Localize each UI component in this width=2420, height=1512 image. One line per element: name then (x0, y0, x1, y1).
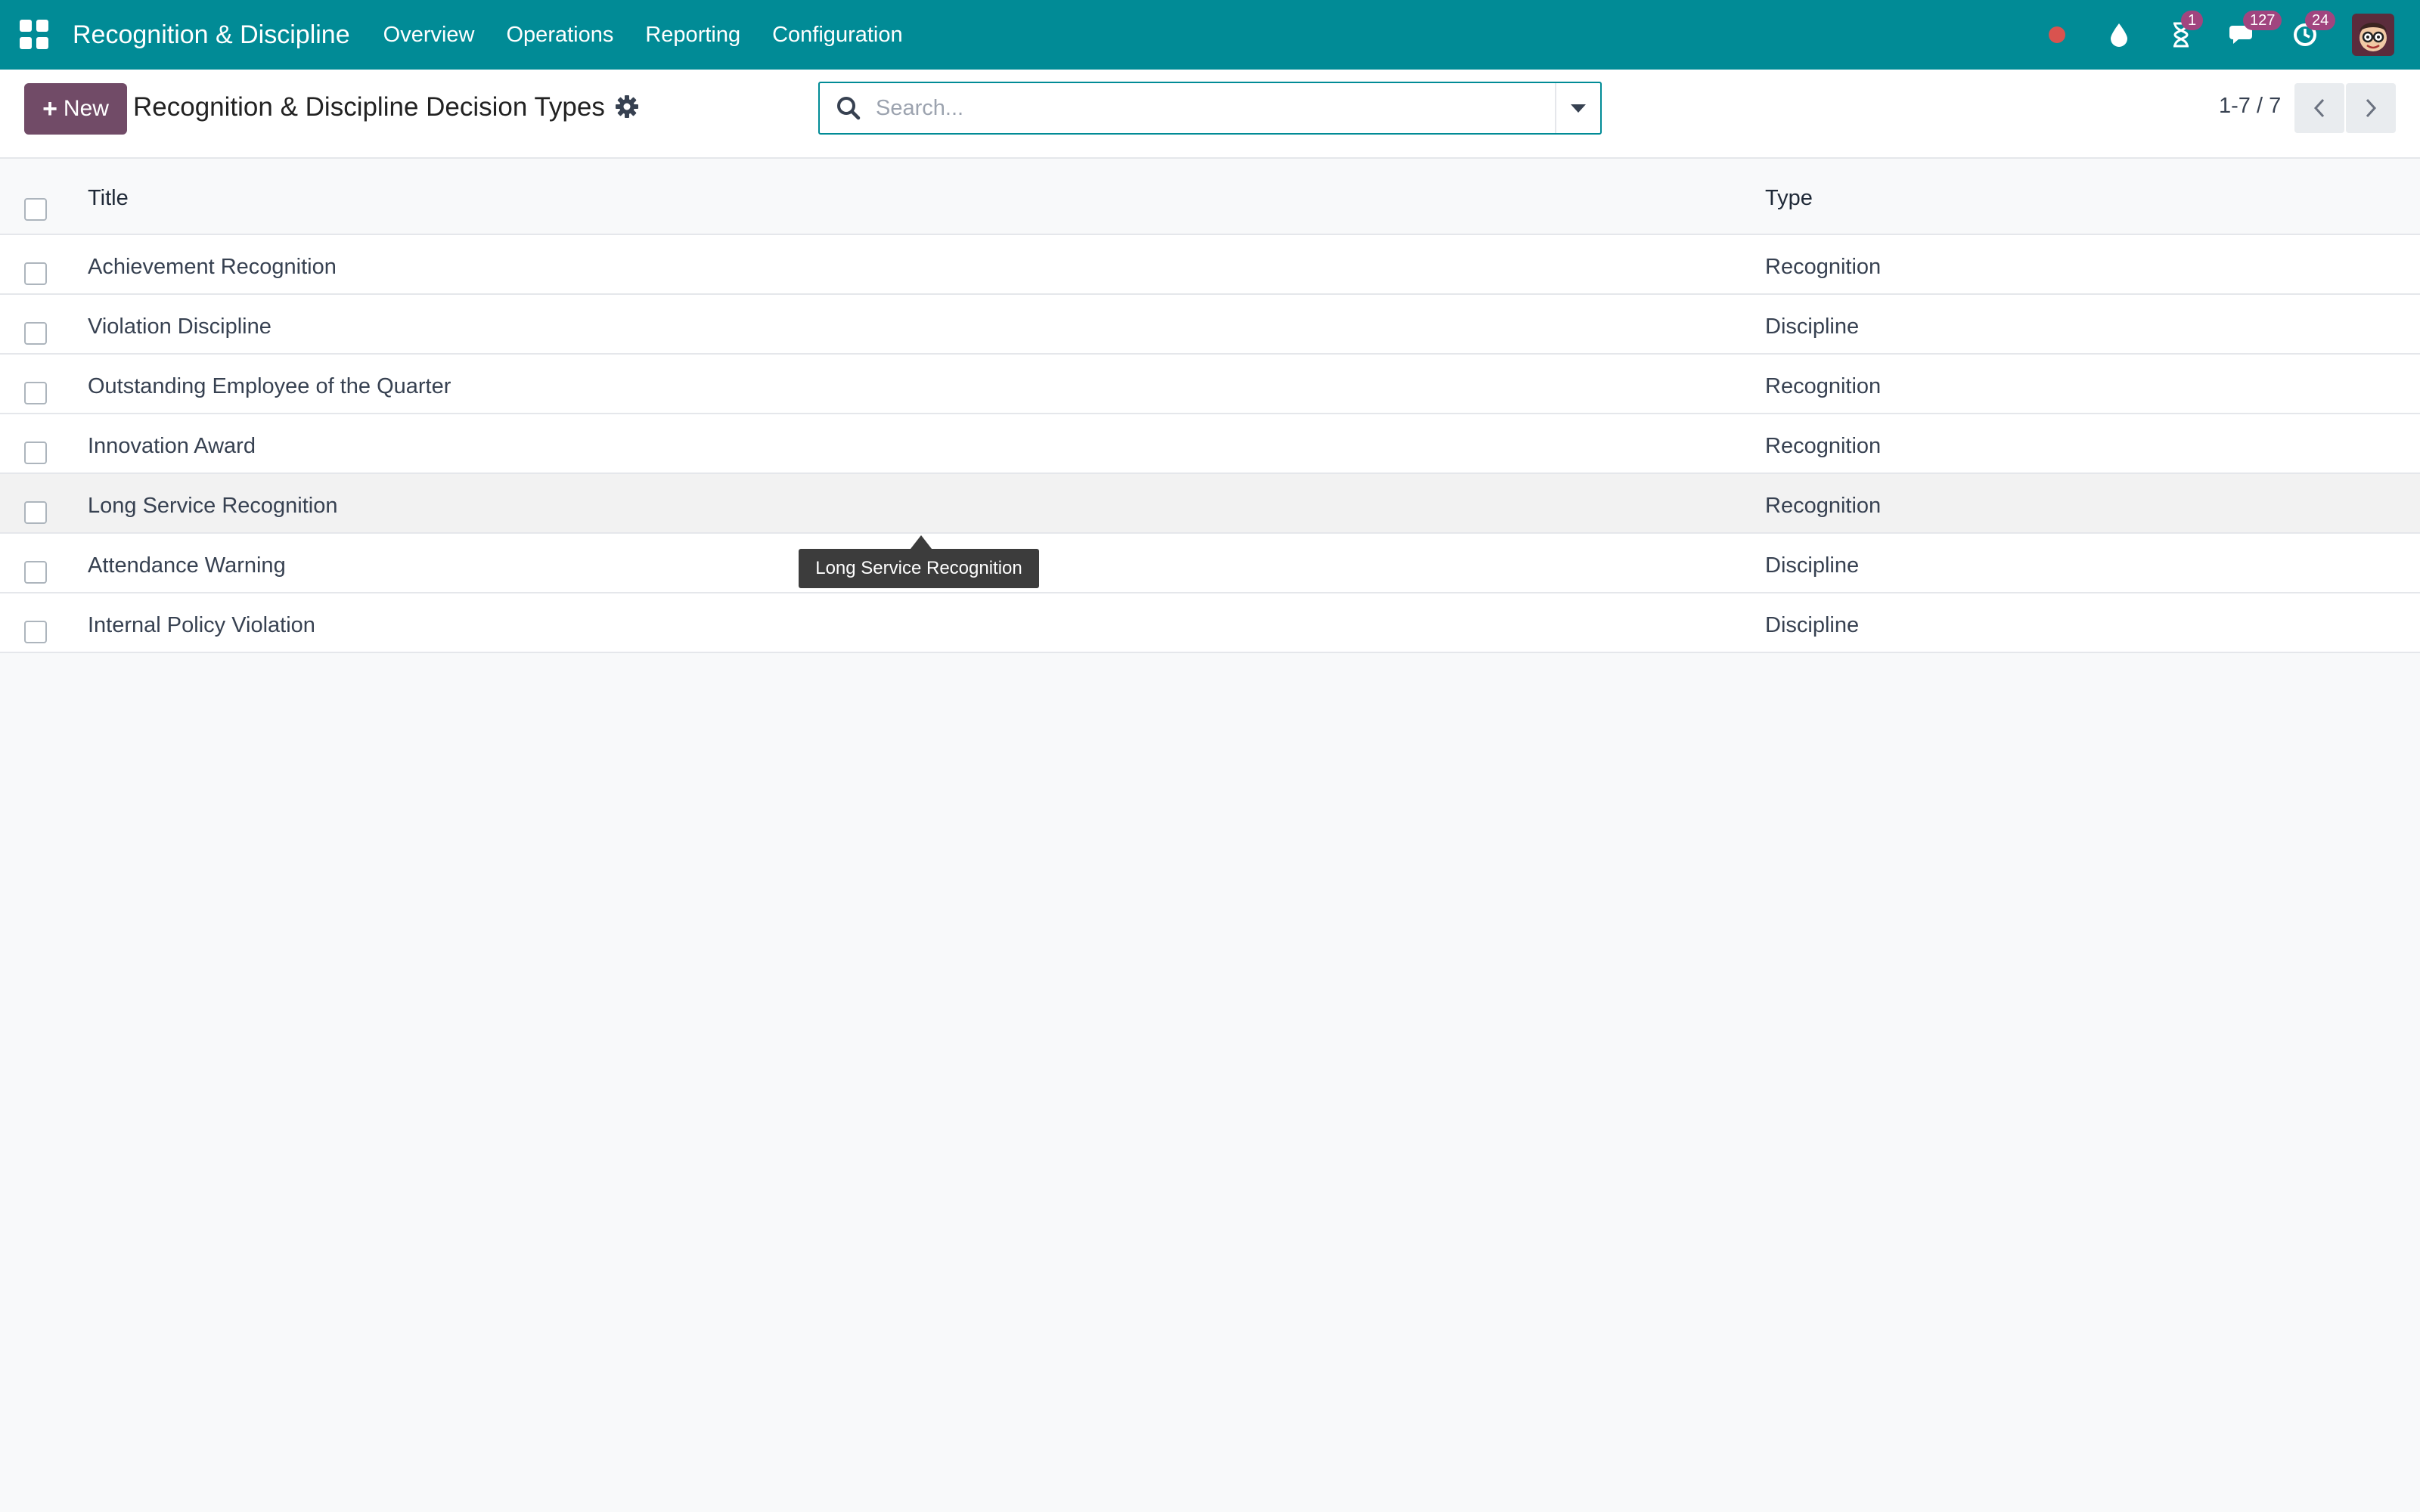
column-header-title[interactable]: Title (88, 186, 129, 211)
activities-badge: 1 (2181, 11, 2204, 30)
search-input[interactable] (876, 85, 1555, 131)
row-title: Attendance Warning (88, 553, 286, 578)
table-row[interactable]: Outstanding Employee of the Quarter Reco… (0, 355, 2420, 414)
control-panel: + New Recognition & Discipline Decision … (0, 70, 2420, 159)
tooltip-arrow (911, 535, 932, 549)
row-title: Outstanding Employee of the Quarter (88, 374, 451, 398)
row-tooltip: Long Service Recognition (799, 549, 1039, 588)
new-button-label: New (63, 96, 109, 121)
hourglass-icon[interactable]: 1 (2166, 11, 2204, 50)
row-title: Violation Discipline (88, 314, 271, 339)
search-options-toggle[interactable] (1555, 83, 1600, 133)
app-name[interactable]: Recognition & Discipline (73, 20, 350, 50)
select-all-checkbox[interactable] (24, 198, 47, 221)
plus-icon: + (42, 94, 57, 123)
user-avatar[interactable] (2352, 14, 2394, 56)
row-checkbox[interactable] (24, 382, 47, 404)
table-row[interactable]: Violation Discipline Discipline (0, 295, 2420, 355)
row-checkbox[interactable] (24, 322, 47, 345)
activity-clock-icon[interactable]: 24 (2290, 11, 2336, 50)
record-dot-icon[interactable] (2042, 20, 2072, 50)
table-row[interactable]: Innovation Award Recognition (0, 414, 2420, 474)
row-checkbox[interactable] (24, 561, 47, 584)
menu-item-operations[interactable]: Operations (507, 23, 614, 48)
menu-item-reporting[interactable]: Reporting (645, 23, 740, 48)
gear-icon[interactable] (614, 94, 640, 119)
row-title: Long Service Recognition (88, 494, 338, 518)
menu-item-overview[interactable]: Overview (383, 23, 475, 48)
pager-previous-button[interactable] (2294, 83, 2344, 133)
page-title: Recognition & Discipline Decision Types (133, 92, 605, 122)
row-type: Recognition (1765, 374, 1882, 398)
menu-item-configuration[interactable]: Configuration (772, 23, 903, 48)
row-title: Innovation Award (88, 434, 256, 458)
chat-icon[interactable]: 127 (2228, 11, 2282, 50)
row-type: Recognition (1765, 434, 1882, 458)
table-row[interactable]: Attendance Warning Discipline (0, 534, 2420, 593)
droplet-icon[interactable] (2104, 20, 2134, 50)
row-type: Recognition (1765, 255, 1882, 279)
chevron-right-icon (2366, 98, 2377, 118)
messages-badge: 127 (2243, 11, 2282, 30)
table-row-hovered[interactable]: Long Service Recognition Recognition (0, 474, 2420, 534)
row-checkbox[interactable] (24, 442, 47, 464)
column-header-type[interactable]: Type (1765, 186, 1813, 211)
row-title: Achievement Recognition (88, 255, 337, 279)
pager-next-button[interactable] (2346, 83, 2396, 133)
chevron-left-icon (2313, 98, 2325, 118)
row-type: Recognition (1765, 494, 1882, 518)
row-checkbox[interactable] (24, 501, 47, 524)
row-checkbox[interactable] (24, 621, 47, 643)
search-bar (818, 82, 1602, 135)
systray: 1 127 24 (2042, 0, 2420, 70)
apps-grid-icon[interactable] (20, 20, 50, 50)
caret-down-icon (1571, 104, 1586, 113)
search-icon (833, 93, 864, 123)
table-row[interactable]: Internal Policy Violation Discipline (0, 593, 2420, 653)
new-button[interactable]: + New (24, 83, 127, 135)
row-type: Discipline (1765, 553, 1860, 578)
row-type: Discipline (1765, 613, 1860, 637)
reminders-badge: 24 (2305, 11, 2336, 30)
row-type: Discipline (1765, 314, 1860, 339)
table-header: Title Type (0, 159, 2420, 235)
top-navbar: Recognition & Discipline Overview Operat… (0, 0, 2420, 70)
row-title: Internal Policy Violation (88, 613, 315, 637)
table-row[interactable]: Achievement Recognition Recognition (0, 235, 2420, 295)
row-checkbox[interactable] (24, 262, 47, 285)
list-view: Title Type Achievement Recognition Recog… (0, 159, 2420, 653)
pager-value[interactable]: 1-7 / 7 (2219, 94, 2281, 119)
